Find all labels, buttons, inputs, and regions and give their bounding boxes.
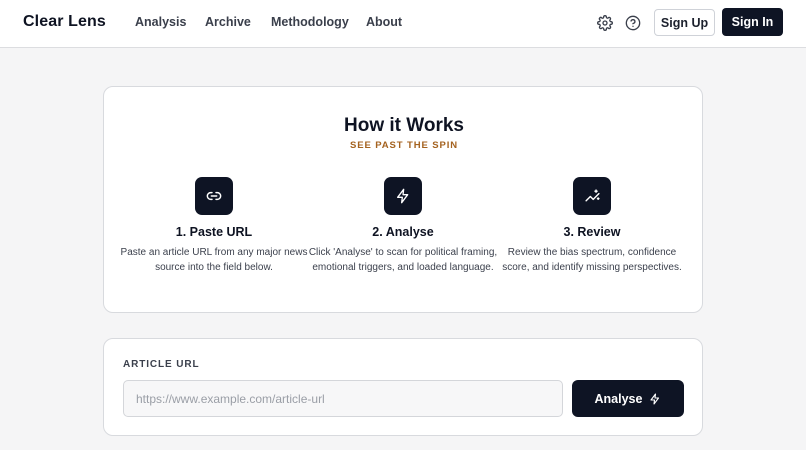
step-description: Review the bias spectrum, confidence sco…: [502, 247, 682, 273]
article-url-card: ARTICLE URL Analyse: [103, 338, 703, 436]
how-it-works-card: How it Works SEE PAST THE SPIN 1. Paste …: [103, 86, 703, 313]
article-url-label: ARTICLE URL: [123, 359, 200, 370]
step-title: 3. Review: [563, 225, 621, 239]
step-review: 3. Review Review the bias spectrum, conf…: [497, 177, 687, 275]
analyse-button[interactable]: Analyse: [572, 380, 684, 417]
bolt-icon: [650, 392, 660, 405]
article-url-input[interactable]: [123, 380, 563, 417]
bolt-icon: [384, 177, 422, 215]
nav-link-archive[interactable]: Archive: [205, 15, 251, 29]
section-title: How it Works: [344, 115, 464, 136]
step-description: Click 'Analyse' to scan for political fr…: [308, 247, 498, 273]
nav-link-methodology[interactable]: Methodology: [271, 15, 349, 29]
gear-icon[interactable]: [594, 12, 616, 34]
section-subtitle: SEE PAST THE SPIN: [349, 140, 459, 151]
brand-logo[interactable]: Clear Lens: [23, 13, 106, 31]
step-paste-url: 1. Paste URL Paste an article URL from a…: [119, 177, 309, 275]
sign-up-button[interactable]: Sign Up: [654, 9, 715, 36]
step-title: 2. Analyse: [372, 225, 434, 239]
nav-link-about[interactable]: About: [366, 15, 402, 29]
sign-in-button[interactable]: Sign In: [722, 8, 783, 36]
step-description: Paste an article URL from any major news…: [120, 247, 308, 273]
analyse-button-label: Analyse: [594, 391, 643, 406]
nav-link-analysis[interactable]: Analysis: [135, 15, 186, 29]
step-title: 1. Paste URL: [175, 225, 253, 239]
help-icon[interactable]: [622, 12, 644, 34]
step-analyse: 2. Analyse Click 'Analyse' to scan for p…: [308, 177, 498, 275]
top-navbar: Clear Lens Analysis Archive Methodology …: [0, 0, 806, 48]
link-icon: [195, 177, 233, 215]
sparkle-chart-icon: [573, 177, 611, 215]
